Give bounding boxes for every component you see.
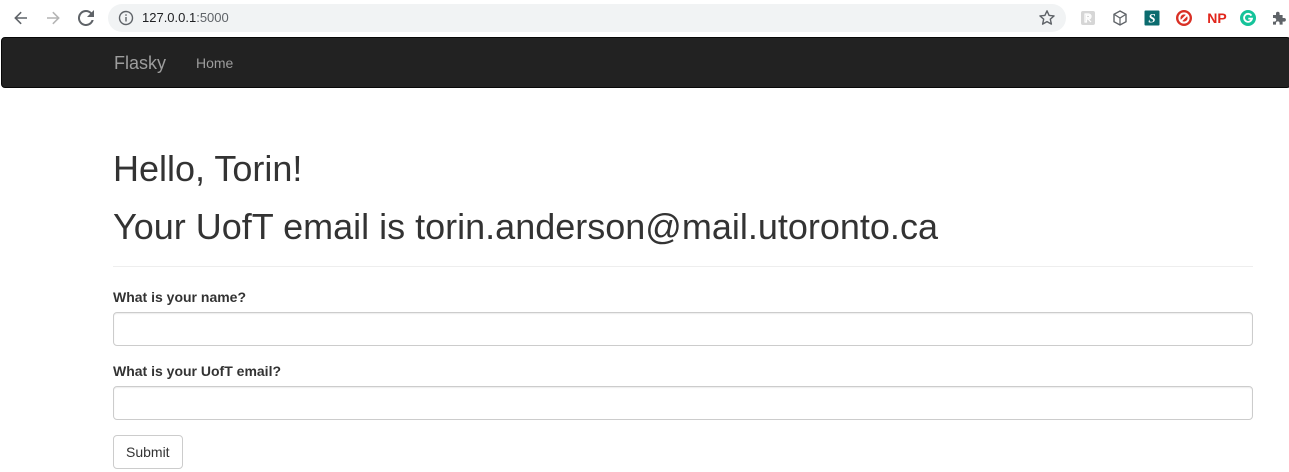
greeting-heading: Hello, Torin!: [113, 148, 303, 189]
email-label: What is your UofT email?: [113, 363, 282, 379]
star-icon[interactable]: [1038, 9, 1056, 27]
back-button[interactable]: [8, 6, 34, 30]
svg-text:S: S: [1148, 11, 1155, 26]
url-port: :5000: [196, 10, 229, 25]
grammarly-extension-icon[interactable]: [1239, 9, 1257, 27]
arrow-right-icon: [47, 11, 60, 25]
np-icon: NP: [1207, 10, 1226, 26]
block-extension-icon[interactable]: [1175, 9, 1193, 27]
s-extension-icon[interactable]: S: [1143, 9, 1161, 27]
browser-toolbar: 127.0.0.1:5000 S NP: [0, 0, 1289, 36]
email-heading: Your UofT email is torin.anderson@mail.u…: [113, 206, 938, 247]
forward-button[interactable]: [40, 6, 66, 30]
reader-extension-icon[interactable]: [1079, 9, 1097, 27]
cube-icon: [1113, 10, 1127, 26]
arrow-left-icon: [14, 11, 27, 25]
navbar: Flasky Home: [1, 37, 1289, 88]
email-input[interactable]: [113, 386, 1253, 420]
url-host: 127.0.0.1: [142, 10, 197, 25]
header-divider: [113, 266, 1253, 267]
name-input[interactable]: [113, 312, 1253, 346]
puzzle-icon: [1273, 11, 1286, 25]
page-header: Hello, Torin! Your UofT email is torin.a…: [113, 140, 1253, 256]
s-letter-icon: S: [1144, 10, 1160, 26]
nav-home-link[interactable]: Home: [196, 38, 233, 88]
block-icon: [1176, 10, 1192, 26]
cube-extension-icon[interactable]: [1111, 9, 1129, 27]
name-label: What is your name?: [113, 289, 247, 305]
reload-button[interactable]: [73, 6, 99, 30]
address-bar[interactable]: 127.0.0.1:5000: [108, 4, 1066, 32]
grammarly-icon: [1240, 10, 1256, 26]
reader-icon: [1081, 11, 1095, 25]
reload-icon: [78, 10, 94, 26]
np-extension-icon[interactable]: NP: [1206, 9, 1228, 27]
puzzle-extension-icon[interactable]: [1270, 9, 1288, 27]
navbar-brand[interactable]: Flasky: [114, 38, 166, 88]
svg-text:NP: NP: [1207, 10, 1226, 26]
submit-button[interactable]: Submit: [113, 435, 183, 469]
url-text: 127.0.0.1:5000: [142, 4, 229, 32]
info-icon[interactable]: [118, 10, 134, 26]
